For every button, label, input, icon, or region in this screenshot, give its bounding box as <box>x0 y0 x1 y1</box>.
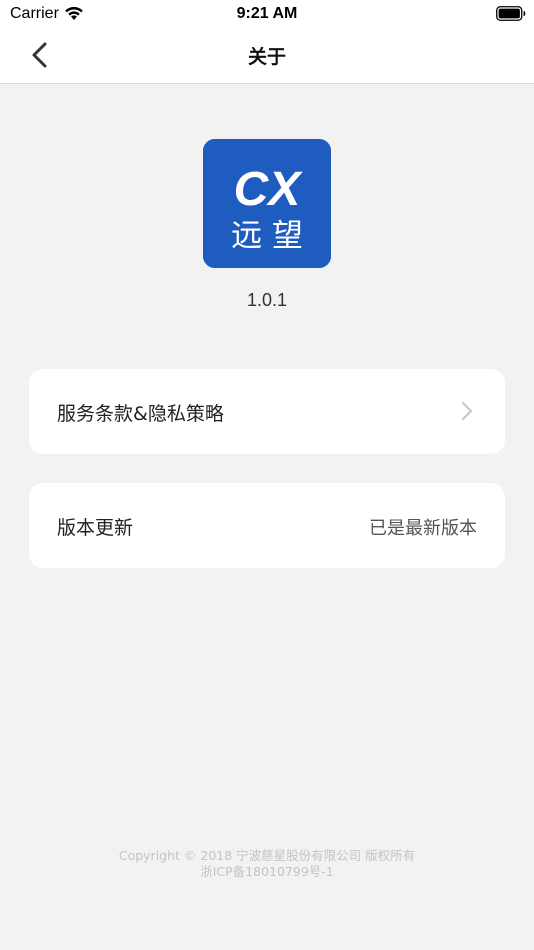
app-logo: CX 远 望 <box>203 139 331 268</box>
page-title: 关于 <box>247 46 286 68</box>
terms-privacy-label: 服务条款&隐私策略 <box>57 403 224 425</box>
app-logo-graphic: CX 远 望 <box>203 139 331 268</box>
battery-icon <box>496 6 526 21</box>
icp-text: 浙ICP备18010799号-1 <box>200 864 334 879</box>
status-time: 9:21 AM <box>236 5 298 22</box>
chevron-right-icon <box>461 401 473 421</box>
version-update-row[interactable]: 版本更新 已是最新版本 <box>29 483 505 568</box>
logo-text-bottom: 远 望 <box>231 218 303 254</box>
terms-privacy-row[interactable]: 服务条款&隐私策略 <box>29 369 505 454</box>
app-version: 1.0.1 <box>246 290 288 310</box>
status-bar: Carrier 9:21 AM <box>0 0 534 28</box>
version-update-label: 版本更新 <box>57 517 134 539</box>
nav-bar: 关于 <box>0 28 534 84</box>
version-update-status: 已是最新版本 <box>369 518 477 539</box>
footer: Copyright © 2018 宁波慈星股份有限公司 版权所有 浙ICP备18… <box>0 848 534 880</box>
copyright-text: Copyright © 2018 宁波慈星股份有限公司 版权所有 <box>118 848 416 863</box>
logo-text-top: CX <box>234 163 304 216</box>
